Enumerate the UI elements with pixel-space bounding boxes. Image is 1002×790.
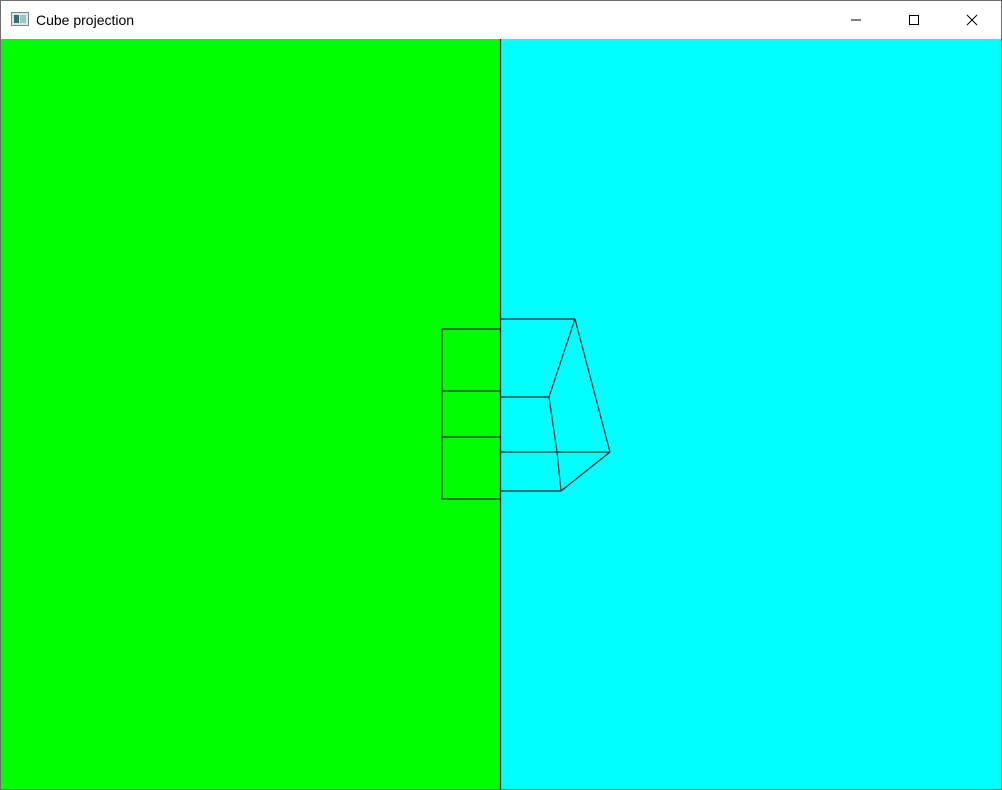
render-area[interactable] — [1, 39, 1001, 789]
close-button[interactable] — [943, 1, 1001, 39]
maximize-icon — [909, 15, 919, 25]
app-window: Cube projection — [0, 0, 1002, 790]
close-icon — [966, 14, 978, 26]
minimize-icon — [851, 19, 861, 21]
title-bar[interactable]: Cube projection — [1, 1, 1001, 39]
cube-projection-canvas[interactable] — [1, 39, 1001, 789]
minimize-button[interactable] — [827, 1, 885, 39]
right-view-panel — [500, 39, 1001, 789]
window-title: Cube projection — [36, 12, 135, 28]
left-view-panel — [1, 39, 500, 789]
maximize-button[interactable] — [885, 1, 943, 39]
app-icon — [11, 12, 29, 26]
